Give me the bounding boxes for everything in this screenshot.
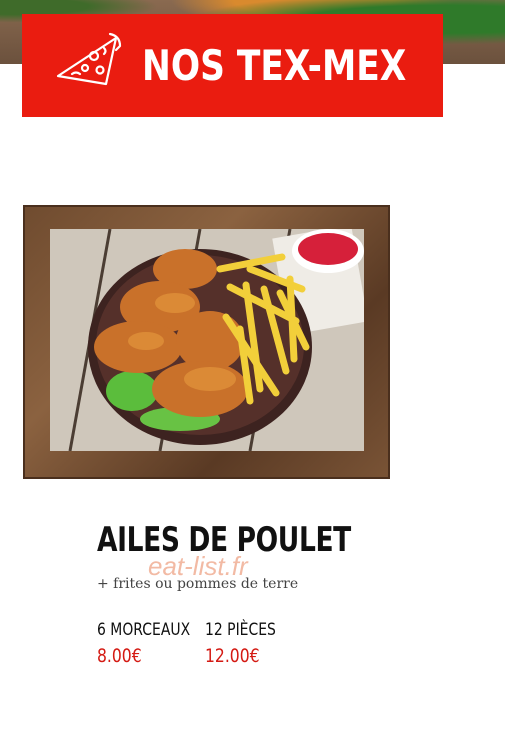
price-value: 12.00€: [205, 645, 260, 667]
price-label: 6 MORCEAUX: [97, 620, 191, 640]
price-value: 8.00€: [97, 645, 142, 667]
dish-photo-frame: [23, 205, 390, 479]
section-banner: NOS TEX-MEX: [22, 14, 443, 117]
dish-description: + frites ou pommes de terre: [97, 576, 299, 592]
price-option-6: 6 MORCEAUX 8.00€: [97, 620, 211, 667]
chicken-wings-fries-photo: [50, 229, 364, 451]
price-option-12: 12 PIÈCES 12.00€: [205, 620, 291, 667]
price-label: 12 PIÈCES: [205, 620, 276, 640]
page-title: NOS TEX-MEX: [142, 41, 407, 90]
pizza-slice-icon: [56, 32, 122, 86]
